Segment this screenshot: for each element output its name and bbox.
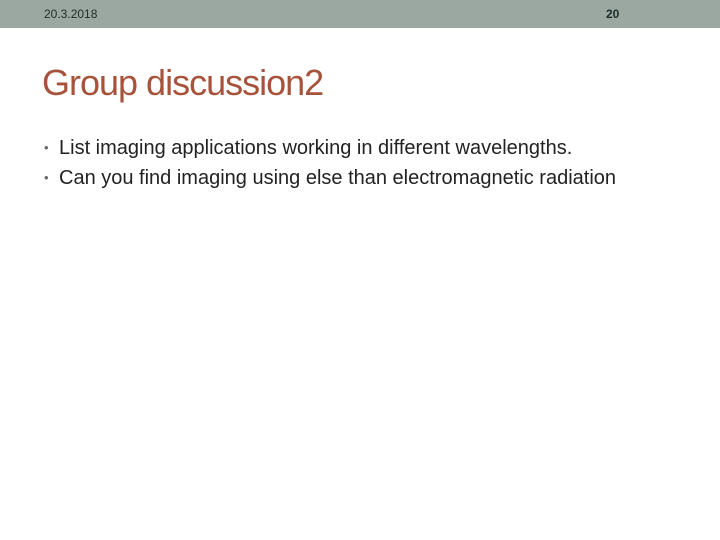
- slide-title: Group discussion2: [42, 62, 324, 103]
- slide-page-number: 20: [606, 7, 620, 21]
- bullet-list: • List imaging applications working in d…: [44, 133, 694, 193]
- bullet-item: • List imaging applications working in d…: [44, 133, 694, 163]
- bullet-dot-icon: •: [44, 170, 49, 185]
- bullet-text: Can you find imaging using else than ele…: [59, 167, 617, 189]
- bullet-dot-icon: •: [44, 140, 49, 155]
- bullet-text: List imaging applications working in dif…: [59, 137, 573, 159]
- slide-date: 20.3.2018: [44, 7, 98, 21]
- bullet-item: • Can you find imaging using else than e…: [44, 163, 694, 193]
- header-bar: 20.3.2018 20: [0, 0, 720, 28]
